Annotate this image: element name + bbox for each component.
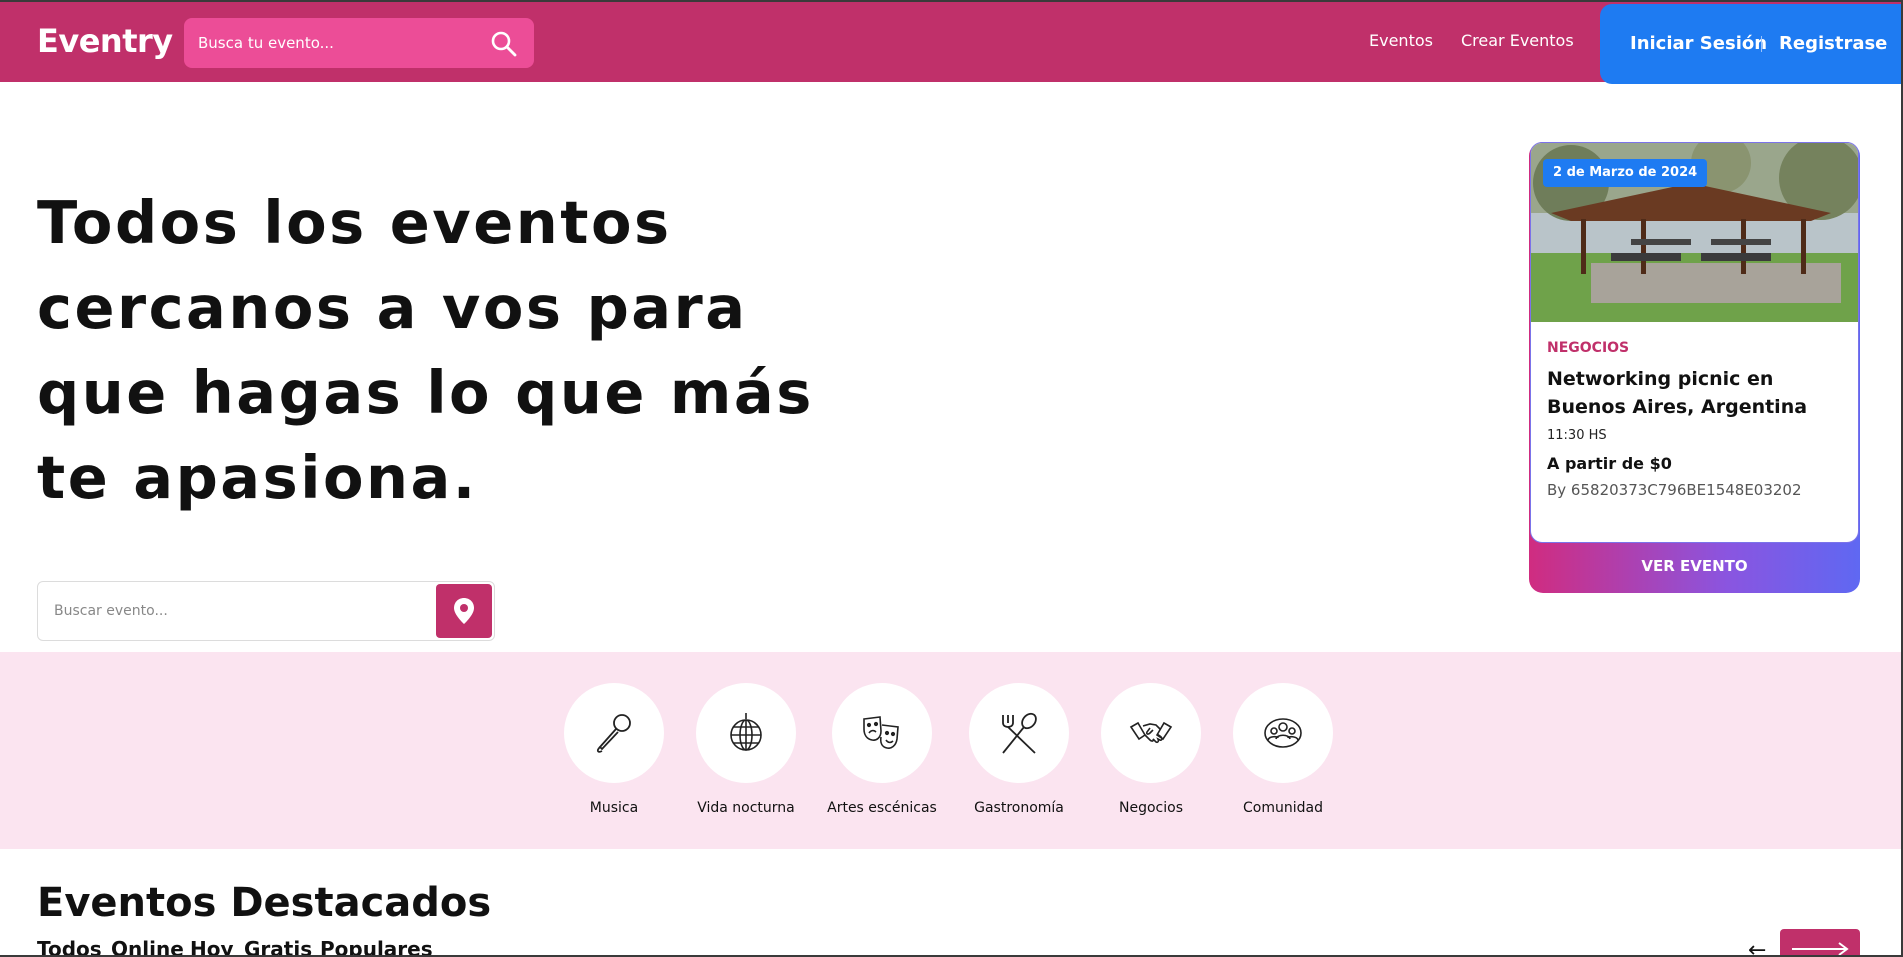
fork-spoon-icon	[1002, 712, 1037, 754]
event-time: 11:30 HS	[1547, 428, 1607, 443]
top-navbar: Eventry Eventos Crear Eventos Iniciar Se…	[0, 0, 1903, 84]
theater-masks-icon	[863, 716, 899, 749]
filter-populares[interactable]: Populares	[320, 937, 433, 957]
handshake-icon	[1129, 721, 1173, 744]
search-icon[interactable]	[490, 30, 518, 58]
category-circle	[1233, 683, 1333, 783]
header-search	[184, 18, 534, 68]
category-circle	[832, 683, 932, 783]
filter-hoy[interactable]: Hoy	[190, 937, 234, 957]
disco-ball-icon	[730, 713, 762, 751]
community-icon	[1264, 718, 1302, 748]
category-label: Artes escénicas	[827, 800, 937, 816]
carousel-next-button[interactable]	[1780, 929, 1860, 957]
view-event-button[interactable]: VER EVENTO	[1529, 543, 1860, 593]
microphone-icon	[596, 714, 631, 753]
category-label: Gastronomía	[974, 800, 1064, 816]
category-circle	[696, 683, 796, 783]
hero-search	[37, 581, 495, 641]
header-search-input[interactable]	[198, 18, 478, 68]
categories-band: Musica Vida nocturna Artes escénicas Gas…	[0, 652, 1903, 849]
category-circle	[969, 683, 1069, 783]
filter-todos[interactable]: Todos	[37, 937, 102, 957]
map-pin-icon	[454, 598, 474, 624]
category-label: Negocios	[1119, 800, 1183, 816]
login-button[interactable]: Iniciar Sesión	[1630, 33, 1767, 54]
auth-divider	[1761, 36, 1762, 52]
event-price: A partir de $0	[1547, 454, 1672, 473]
event-date-badge: 2 de Marzo de 2024	[1543, 159, 1708, 187]
category-circle	[1101, 683, 1201, 783]
event-category: NEGOCIOS	[1547, 340, 1630, 356]
auth-box: Iniciar Sesión Registrase	[1600, 4, 1903, 84]
event-organizer: By 65820373C796BE1548E03202	[1547, 481, 1802, 499]
hero-search-input[interactable]	[54, 582, 434, 640]
register-button[interactable]: Registrase	[1779, 33, 1887, 54]
event-card-body: 2 de Marzo de 2024 NEGOCIOS Networking p…	[1530, 142, 1859, 543]
logo[interactable]: Eventry	[37, 22, 173, 60]
category-circle	[564, 683, 664, 783]
category-label: Musica	[589, 800, 639, 816]
featured-title: Eventos Destacados	[37, 880, 492, 926]
category-label: Vida nocturna	[697, 800, 795, 816]
location-search-button[interactable]	[436, 584, 492, 638]
hero-title: Todos los eventos cercanos a vos para qu…	[37, 188, 814, 512]
filter-gratis[interactable]: Gratis	[244, 937, 312, 957]
nav-eventos-link[interactable]: Eventos	[1369, 31, 1433, 50]
category-label: Comunidad	[1243, 800, 1323, 816]
event-card[interactable]: 2 de Marzo de 2024 NEGOCIOS Networking p…	[1529, 142, 1860, 593]
event-title[interactable]: Networking picnic en Buenos Aires, Argen…	[1547, 365, 1847, 421]
filter-online[interactable]: Online	[111, 937, 184, 957]
nav-crear-eventos-link[interactable]: Crear Eventos	[1461, 31, 1574, 50]
